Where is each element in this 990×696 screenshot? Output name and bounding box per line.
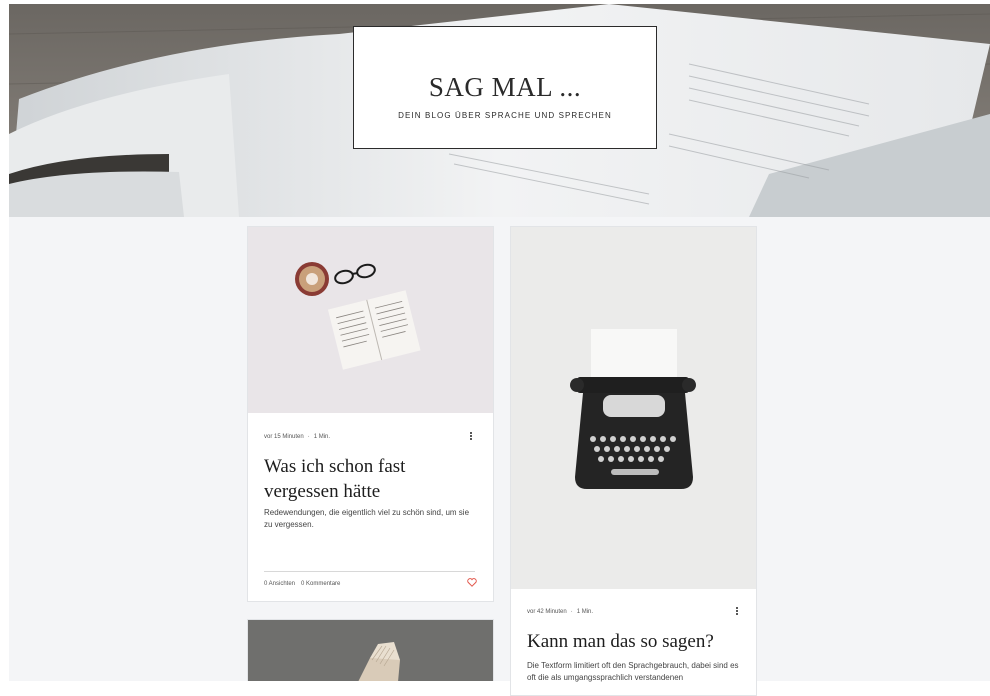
post-2-meta: vor 42 Minuten · 1 Min. [527,609,594,615]
post-1-time-ago: vor 15 Minuten [264,434,304,440]
post-2-excerpt: Die Textform limitiert oft den Sprachgeb… [527,661,739,682]
more-vertical-icon[interactable] [467,431,475,443]
more-vertical-icon[interactable] [733,606,741,618]
site-title-box: SAG MAL ... DEIN BLOG ÜBER SPRACHE UND S… [353,26,657,149]
post-2-time-ago: vor 42 Minuten [527,609,567,615]
site-tagline: DEIN BLOG ÜBER SPRACHE UND SPRECHEN [398,111,612,120]
post-3-image[interactable] [248,620,493,681]
post-2-image[interactable] [511,227,756,589]
blog-feed: vor 15 Minuten · 1 Min. Was ich schon fast… [9,217,990,696]
post-1-image[interactable] [248,227,493,413]
post-card-3[interactable] [247,619,494,681]
post-2-title[interactable]: Kann man das so sagen? [527,629,742,654]
open-book-photo [248,620,493,681]
post-1-read-time: 1 Min. [313,434,331,440]
post-2-read-time: 1 Min. [576,609,594,615]
post-1-comments: 0 Kommentare [301,581,341,587]
post-1-title[interactable]: Was ich schon fast vergessen hätte [264,454,479,504]
heart-icon[interactable] [467,578,477,587]
post-1-excerpt: Redewendungen, die eigentlich viel zu sc… [264,508,470,529]
coffee-glasses-book-photo [248,227,493,413]
post-1-views: 0 Ansichten [264,581,296,587]
post-1-stats: 0 Ansichten 0 Kommentare [264,581,346,587]
post-1-divider [264,571,475,572]
site-title[interactable]: SAG MAL ... [354,72,656,103]
post-card-1[interactable]: vor 15 Minuten · 1 Min. Was ich schon fast… [247,226,494,602]
post-1-meta: vor 15 Minuten · 1 Min. [264,434,331,440]
post-card-2[interactable]: vor 42 Minuten · 1 Min. Kann man das so sa… [510,226,757,696]
typewriter-photo [511,227,756,589]
hero-banner: SAG MAL ... DEIN BLOG ÜBER SPRACHE UND S… [9,4,990,217]
